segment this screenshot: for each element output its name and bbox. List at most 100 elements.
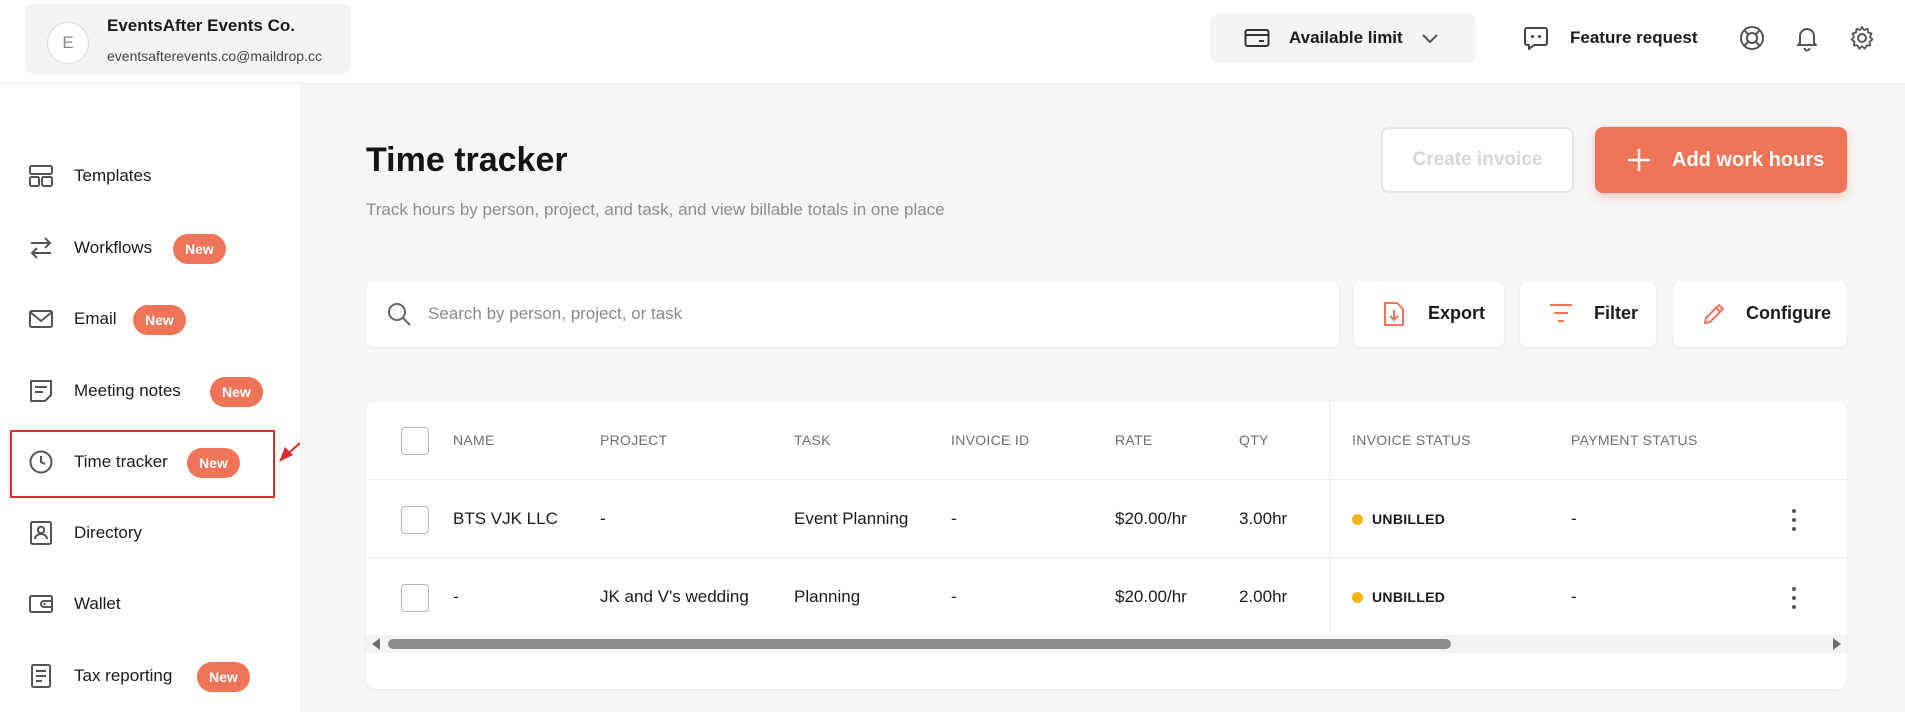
cell-invoice-status: UNBILLED — [1352, 558, 1445, 636]
export-button[interactable]: Export — [1354, 281, 1504, 347]
available-limit-dropdown[interactable]: Available limit — [1210, 14, 1476, 63]
filter-icon — [1550, 304, 1572, 322]
mail-icon — [29, 310, 53, 328]
cell-invoice-status: UNBILLED — [1352, 480, 1445, 558]
contact-icon — [30, 521, 52, 545]
bell-icon[interactable] — [1793, 24, 1821, 52]
cell-name: - — [453, 587, 459, 606]
filter-label: Filter — [1594, 303, 1639, 323]
notes-icon — [30, 380, 52, 402]
account-email: eventsafterevents.co@maildrop.cc — [107, 48, 322, 64]
cell-rate: $20.00/hr — [1115, 509, 1187, 528]
column-header-name[interactable]: NAME — [453, 401, 495, 479]
credit-card-icon — [1244, 29, 1270, 47]
status-badge: UNBILLED — [1372, 589, 1446, 605]
scroll-right-icon[interactable] — [1833, 638, 1841, 650]
cell-task: Event Planning — [794, 509, 909, 528]
main-content: Time tracker Track hours by person, proj… — [300, 84, 1905, 712]
top-bar: E EventsAfter Events Co. eventsaftereven… — [0, 0, 1905, 84]
configure-button[interactable]: Configure — [1673, 281, 1847, 347]
select-all-checkbox[interactable] — [401, 427, 429, 455]
table-header-row: NAME PROJECT TASK INVOICE ID RATE QTY IN… — [366, 401, 1847, 479]
templates-icon — [29, 165, 53, 187]
page-title: Time tracker — [366, 141, 568, 179]
sidebar-item-wallet[interactable]: Wallet — [0, 579, 300, 629]
new-badge: New — [210, 377, 263, 407]
plus-icon — [1628, 149, 1650, 171]
document-icon — [31, 664, 51, 688]
table-row[interactable]: - JK and V's wedding Planning - $20.00/h… — [366, 557, 1847, 635]
column-header-qty[interactable]: QTY — [1239, 401, 1269, 479]
status-dot — [1352, 513, 1363, 525]
search-input[interactable] — [428, 299, 1308, 329]
column-header-project[interactable]: PROJECT — [600, 401, 667, 479]
wallet-icon — [29, 595, 53, 613]
cell-project: - — [600, 509, 606, 528]
row-checkbox[interactable] — [401, 506, 429, 534]
search-box[interactable] — [366, 281, 1339, 347]
chat-icon[interactable] — [1522, 24, 1550, 52]
export-icon — [1384, 302, 1404, 326]
cell-qty: 3.00hr — [1239, 509, 1288, 528]
configure-label: Configure — [1746, 303, 1831, 323]
cell-invoice-id: - — [951, 509, 957, 528]
column-header-task[interactable]: TASK — [794, 401, 831, 479]
sidebar-item-meeting-notes[interactable]: Meeting notes New — [0, 366, 300, 416]
cell-task: Planning — [794, 587, 861, 606]
new-badge: New — [197, 662, 250, 692]
avatar: E — [47, 22, 89, 64]
annotation-highlight-box — [10, 430, 275, 498]
column-header-invoice-status[interactable]: INVOICE STATUS — [1352, 401, 1471, 479]
cell-name: BTS VJK LLC — [453, 509, 558, 528]
sidebar-item-workflows[interactable]: Workflows New — [0, 223, 300, 273]
lifebuoy-icon[interactable] — [1738, 24, 1766, 52]
export-label: Export — [1428, 303, 1486, 323]
sidebar-item-label: Directory — [74, 523, 143, 542]
column-header-invoice-id[interactable]: INVOICE ID — [951, 401, 1029, 479]
column-header-rate[interactable]: RATE — [1115, 401, 1153, 479]
horizontal-scrollbar[interactable] — [366, 635, 1847, 653]
status-dot — [1352, 591, 1363, 603]
feature-request-link[interactable]: Feature request — [1570, 28, 1698, 48]
create-invoice-button[interactable]: Create invoice — [1381, 127, 1574, 193]
cell-payment-status: - — [1571, 587, 1577, 606]
sidebar-item-label: Email — [74, 309, 117, 328]
account-name: EventsAfter Events Co. — [107, 16, 295, 35]
sidebar-item-tax-reporting[interactable]: Tax reporting New — [0, 651, 300, 701]
add-work-hours-button[interactable]: Add work hours — [1595, 127, 1847, 193]
cell-invoice-id: - — [951, 587, 957, 606]
scroll-left-icon[interactable] — [372, 638, 380, 650]
pencil-icon — [1704, 304, 1724, 324]
gear-icon[interactable] — [1848, 24, 1876, 52]
sidebar-item-label: Templates — [74, 166, 152, 185]
status-badge: UNBILLED — [1372, 511, 1446, 527]
more-vertical-icon[interactable] — [1790, 508, 1798, 532]
sidebar-item-label: Wallet — [74, 594, 121, 613]
search-icon — [388, 303, 411, 326]
table-row[interactable]: BTS VJK LLC - Event Planning - $20.00/hr… — [366, 479, 1847, 557]
account-switcher[interactable]: E EventsAfter Events Co. eventsaftereven… — [25, 4, 351, 74]
page-subtitle: Track hours by person, project, and task… — [366, 200, 945, 219]
more-vertical-icon[interactable] — [1790, 586, 1798, 610]
cell-payment-status: - — [1571, 509, 1577, 528]
sidebar-item-email[interactable]: Email New — [0, 294, 300, 344]
sidebar-item-directory[interactable]: Directory — [0, 508, 300, 558]
available-limit-label: Available limit — [1289, 28, 1403, 47]
sidebar-item-label: Meeting notes — [74, 381, 181, 400]
sidebar-item-templates[interactable]: Templates — [0, 151, 300, 201]
scrollbar-thumb[interactable] — [388, 639, 1451, 649]
chevron-down-icon — [1422, 34, 1438, 44]
row-checkbox[interactable] — [401, 584, 429, 612]
time-entries-table: NAME PROJECT TASK INVOICE ID RATE QTY IN… — [366, 401, 1847, 689]
sidebar-item-label: Tax reporting — [74, 666, 173, 685]
cell-project: JK and V's wedding — [600, 587, 749, 606]
add-work-hours-label: Add work hours — [1672, 149, 1825, 171]
new-badge: New — [173, 234, 226, 264]
cell-rate: $20.00/hr — [1115, 587, 1187, 606]
sidebar-item-label: Workflows — [74, 238, 153, 257]
arrows-icon — [30, 237, 52, 259]
cell-qty: 2.00hr — [1239, 587, 1288, 606]
filter-button[interactable]: Filter — [1520, 281, 1656, 347]
new-badge: New — [133, 305, 186, 335]
column-header-payment-status[interactable]: PAYMENT STATUS — [1571, 401, 1698, 479]
